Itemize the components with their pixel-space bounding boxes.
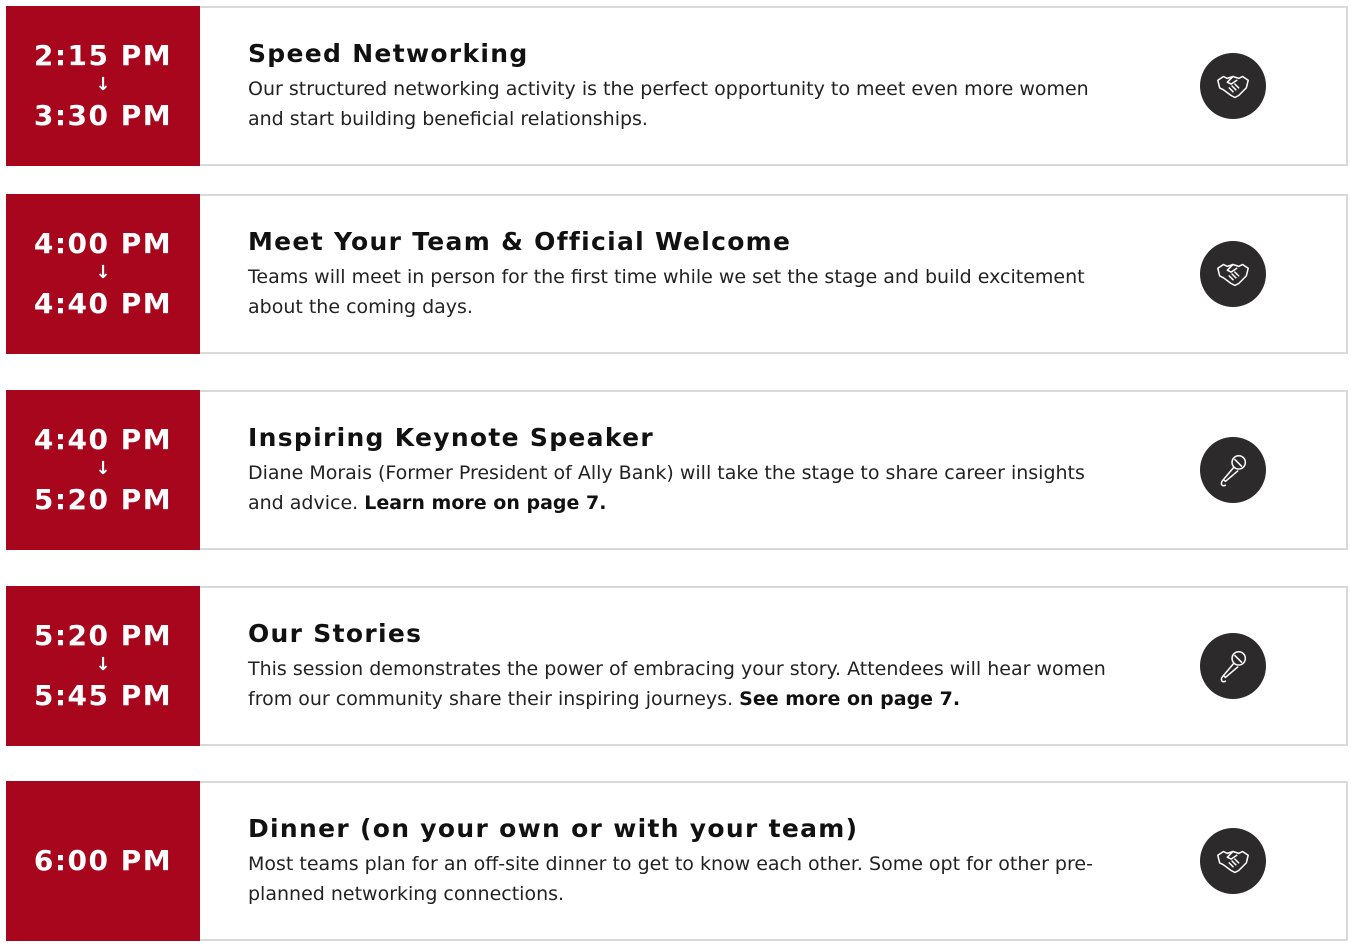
session-description: Teams will meet in person for the first …	[248, 265, 1085, 318]
time-end: 3:30 PM	[33, 99, 173, 132]
arrow-down-icon: ↓	[95, 262, 111, 283]
session-description: Our structured networking activity is th…	[248, 77, 1089, 130]
arrow-down-icon: ↓	[95, 74, 111, 95]
session-title: Dinner (on your own or with your team)	[248, 813, 859, 843]
time-block: 6:00 PM	[6, 781, 200, 941]
schedule-item: 4:40 PM ↓ 5:20 PM Inspiring Keynote Spea…	[6, 390, 1348, 550]
arrow-down-icon: ↓	[95, 458, 111, 479]
session-description: This session demonstrates the power of e…	[248, 657, 1106, 710]
page-reference-link: Learn more on page 7.	[364, 491, 607, 514]
session-title: Inspiring Keynote Speaker	[248, 422, 654, 452]
schedule-item: 2:15 PM ↓ 3:30 PM Speed Networking Our s…	[6, 6, 1348, 166]
session-content: Inspiring Keynote Speaker Diane Morais (…	[248, 392, 1126, 548]
schedule-item: 5:20 PM ↓ 5:45 PM Our Stories This sessi…	[6, 586, 1348, 746]
session-description: Most teams plan for an off-site dinner t…	[248, 852, 1093, 905]
page-reference-link: See more on page 7.	[739, 687, 961, 710]
session-content: Dinner (on your own or with your team) M…	[248, 783, 1126, 939]
handshake-icon	[1200, 241, 1266, 307]
handshake-icon	[1200, 828, 1266, 894]
session-title: Meet Your Team & Official Welcome	[248, 226, 792, 256]
time-start: 2:15 PM	[33, 39, 173, 72]
arrow-down-icon: ↓	[95, 654, 111, 675]
session-content: Meet Your Team & Official Welcome Teams …	[248, 196, 1126, 352]
time-end: 4:40 PM	[33, 287, 173, 320]
schedule-item: 6:00 PM Dinner (on your own or with your…	[6, 781, 1348, 941]
time-block: 4:40 PM ↓ 5:20 PM	[6, 390, 200, 550]
schedule-item: 4:00 PM ↓ 4:40 PM Meet Your Team & Offic…	[6, 194, 1348, 354]
session-title: Our Stories	[248, 618, 423, 648]
time-end: 5:45 PM	[33, 679, 173, 712]
time-block: 5:20 PM ↓ 5:45 PM	[6, 586, 200, 746]
time-start: 5:20 PM	[33, 619, 173, 652]
time-block: 2:15 PM ↓ 3:30 PM	[6, 6, 200, 166]
microphone-icon	[1200, 633, 1266, 699]
time-start: 4:00 PM	[33, 227, 173, 260]
time-start: 4:40 PM	[33, 423, 173, 456]
session-content: Speed Networking Our structured networki…	[248, 8, 1126, 164]
time-end: 5:20 PM	[33, 483, 173, 516]
session-description: Diane Morais (Former President of Ally B…	[248, 461, 1085, 514]
time-start: 6:00 PM	[33, 844, 173, 877]
handshake-icon	[1200, 53, 1266, 119]
time-block: 4:00 PM ↓ 4:40 PM	[6, 194, 200, 354]
microphone-icon	[1200, 437, 1266, 503]
session-content: Our Stories This session demonstrates th…	[248, 588, 1126, 744]
session-title: Speed Networking	[248, 38, 529, 68]
